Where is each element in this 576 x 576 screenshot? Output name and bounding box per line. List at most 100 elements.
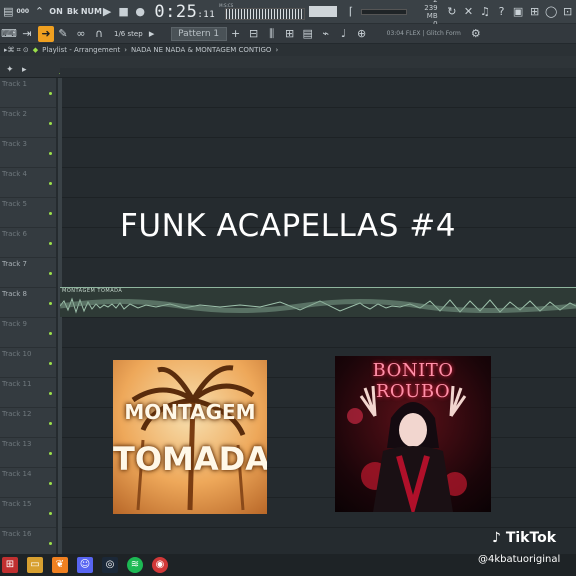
- export-icon[interactable]: ⊞: [526, 5, 543, 18]
- metronome-icon[interactable]: ⌃: [31, 5, 48, 18]
- track-lane[interactable]: [62, 108, 576, 138]
- mode-label-3[interactable]: NUM: [81, 7, 102, 16]
- channel-rack-icon[interactable]: ⫼: [263, 27, 281, 41]
- step-size-label[interactable]: 1/6 step: [114, 30, 143, 38]
- track-active-indicator[interactable]: [49, 182, 52, 185]
- browser-icon[interactable]: ▤: [299, 27, 317, 40]
- snap-icon[interactable]: ⇥: [18, 27, 36, 40]
- steam-icon[interactable]: ◎: [102, 557, 118, 573]
- mixer-icon[interactable]: ⊟: [245, 27, 263, 40]
- track-header[interactable]: Track 11: [0, 378, 56, 408]
- breadcrumb: ▸⌘ ⌗ ⊙ ◆ Playlist - Arrangement › NADA N…: [0, 44, 576, 56]
- close-icon[interactable]: ✕: [460, 5, 477, 18]
- track-lane[interactable]: [62, 138, 576, 168]
- track-header[interactable]: Track 15: [0, 498, 56, 528]
- track-header[interactable]: Track 3: [0, 138, 56, 168]
- help-icon[interactable]: ?: [493, 5, 510, 18]
- track-name: Track 8: [2, 290, 27, 298]
- track-active-indicator[interactable]: [49, 332, 52, 335]
- track-active-indicator[interactable]: [49, 482, 52, 485]
- track-header[interactable]: Track 4: [0, 168, 56, 198]
- track-active-indicator[interactable]: [49, 512, 52, 515]
- browser-icon[interactable]: ◉: [152, 557, 168, 573]
- track-lane[interactable]: [62, 258, 576, 288]
- keyboard-icon[interactable]: ⌨: [0, 27, 18, 40]
- flex-preset-label: 03:04 FLEX | Glitch Form: [386, 30, 461, 37]
- audio-clip-montagem-tomada[interactable]: MONTAGEM TOMADA: [60, 287, 576, 317]
- cursor-tool-icon[interactable]: ▸: [22, 65, 27, 75]
- track-active-indicator[interactable]: [49, 362, 52, 365]
- plugin-icon[interactable]: ⊡: [559, 5, 576, 18]
- track-name: Track 13: [2, 440, 32, 448]
- track-header[interactable]: Track 2: [0, 108, 56, 138]
- track-name: Track 15: [2, 500, 32, 508]
- track-header[interactable]: Track 1: [0, 78, 56, 108]
- track-lane[interactable]: [62, 168, 576, 198]
- track-header[interactable]: Track 9: [0, 318, 56, 348]
- track-header[interactable]: Track 7: [0, 258, 56, 288]
- cart-icon[interactable]: ⊕: [353, 27, 371, 40]
- piano-roll-icon[interactable]: ⊞: [281, 27, 299, 40]
- track-active-indicator[interactable]: [49, 452, 52, 455]
- discord-icon[interactable]: ☺: [77, 557, 93, 573]
- track-name: Track 1: [2, 80, 27, 88]
- timeline-ruler[interactable]: ✦ ▸ ◢: [0, 56, 576, 78]
- track-active-indicator[interactable]: [49, 272, 52, 275]
- menu-icon[interactable]: ▤: [0, 5, 17, 18]
- track-active-indicator[interactable]: [49, 302, 52, 305]
- track-active-indicator[interactable]: [49, 542, 52, 545]
- track-name: Track 16: [2, 530, 32, 538]
- track-header[interactable]: Track 14: [0, 468, 56, 498]
- album-cover-bonito-roubo: BONITO ROUBO: [335, 356, 491, 512]
- album-cover-montagem-tomada: MONTAGEM TOMADA: [113, 360, 267, 514]
- track-name: Track 2: [2, 110, 27, 118]
- track-header[interactable]: Track 8: [0, 288, 56, 318]
- track-name: Track 4: [2, 170, 27, 178]
- file-explorer-icon[interactable]: ▭: [27, 557, 43, 573]
- magnet-icon[interactable]: ∩: [90, 27, 108, 40]
- track-active-indicator[interactable]: [49, 392, 52, 395]
- master-volume-slider[interactable]: [309, 6, 337, 17]
- track-active-indicator[interactable]: [49, 422, 52, 425]
- time-strip[interactable]: [60, 68, 576, 77]
- stop-icon[interactable]: ■: [115, 5, 132, 18]
- track-header[interactable]: Track 13: [0, 438, 56, 468]
- video-title-overlay: FUNK ACAPELLAS #4: [120, 208, 456, 244]
- mode-label-1[interactable]: ON: [48, 7, 65, 16]
- save-icon[interactable]: ▣: [510, 5, 527, 18]
- track-name: Track 7: [2, 260, 27, 268]
- fl-studio-icon[interactable]: ❦: [52, 557, 68, 573]
- tempo-icon[interactable]: ♩: [335, 27, 353, 40]
- start-icon[interactable]: ⊞: [2, 557, 18, 573]
- microphone-icon[interactable]: ♫: [477, 5, 494, 18]
- record-icon[interactable]: ●: [132, 5, 149, 18]
- mode-label-2[interactable]: Bk: [64, 7, 81, 16]
- plug-icon[interactable]: ⌁: [317, 27, 335, 40]
- cover-text-line2: TOMADA: [113, 440, 267, 478]
- pattern-selector[interactable]: Pattern 1: [170, 26, 227, 41]
- track-active-indicator[interactable]: [49, 122, 52, 125]
- spotify-icon[interactable]: ≋: [127, 557, 143, 573]
- arrow-right-icon[interactable]: ▸: [143, 27, 161, 40]
- track-header[interactable]: Track 10: [0, 348, 56, 378]
- draw-tool-button[interactable]: ➜: [38, 25, 54, 42]
- settings-icon[interactable]: ⚙: [467, 27, 485, 40]
- pitch-icon[interactable]: ⌈: [343, 5, 360, 18]
- track-name: Track 11: [2, 380, 32, 388]
- play-icon[interactable]: ▶: [99, 5, 116, 18]
- track-active-indicator[interactable]: [49, 92, 52, 95]
- track-active-indicator[interactable]: [49, 152, 52, 155]
- track-lane[interactable]: [62, 318, 576, 348]
- track-lane[interactable]: [62, 78, 576, 108]
- link-icon[interactable]: ∞: [72, 27, 90, 40]
- view-icons[interactable]: ▸⌘ ⌗ ⊙: [4, 46, 29, 55]
- pencil-icon[interactable]: ✎: [54, 27, 72, 40]
- refresh-icon[interactable]: ↻: [444, 5, 461, 18]
- add-pattern-icon[interactable]: +: [227, 27, 245, 40]
- track-header[interactable]: Track 12: [0, 408, 56, 438]
- track-name: Track 3: [2, 140, 27, 148]
- main-toolbar: ▤ 000 ⌃ ON Bk NUM ▶ ■ ● 0:25:11 M:S:CS ⌈…: [0, 0, 576, 28]
- chat-icon[interactable]: ◯: [543, 5, 560, 18]
- fl-studio-window: ▤ 000 ⌃ ON Bk NUM ▶ ■ ● 0:25:11 M:S:CS ⌈…: [0, 0, 576, 576]
- add-track-icon[interactable]: ✦: [6, 65, 14, 75]
